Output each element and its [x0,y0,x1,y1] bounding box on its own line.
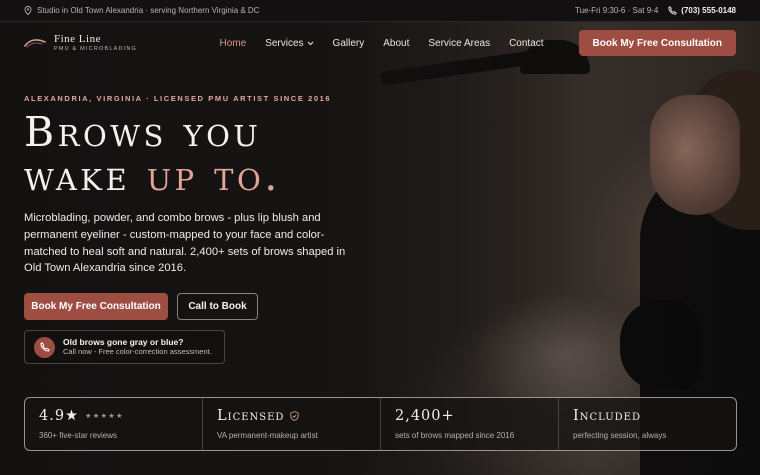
main-navigation: Fine Line PMU & MICROBLADING Home Servic… [0,22,760,64]
shield-check-icon [290,411,300,421]
stat-value: 4.9★ [39,408,80,424]
nav-item-service-areas[interactable]: Service Areas [419,38,500,49]
stat-brows-mapped: 2,400+ sets of brows mapped since 2016 [380,398,558,450]
nav-item-contact[interactable]: Contact [500,38,553,49]
stat-value: Included [573,408,641,424]
nav-item-about[interactable]: About [374,38,419,49]
call-to-book-button[interactable]: Call to Book [177,293,258,320]
trust-stats-bar: 4.9★ ★★★★★ 360+ five-star reviews Licens… [24,397,737,451]
nav-menu: Home Services Gallery About Service Area… [210,38,553,49]
hero-description: Microblading, powder, and combo brows - … [24,212,346,275]
business-hours: Tue-Fri 9:30-6 · Sat 9-4 [574,6,659,15]
phone-icon [34,336,55,358]
brand-name: Fine Line [54,32,101,45]
brand-tagline: PMU & MICROBLADING [54,45,138,52]
color-correction-callout[interactable]: Old brows gone gray or blue? Call now - … [24,330,225,364]
nav-item-services[interactable]: Services [256,38,323,49]
stat-label: sets of brows mapped since 2016 [395,431,515,440]
headline-line-2: wake [24,152,147,200]
stat-rating: 4.9★ ★★★★★ 360+ five-star reviews [25,398,202,450]
hero-eyebrow: ALEXANDRIA, VIRGINIA · LICENSED PMU ARTI… [24,94,332,103]
book-consultation-button[interactable]: Book My Free Consultation [24,293,168,320]
book-consultation-button-nav[interactable]: Book My Free Consultation [578,30,736,56]
brow-logo-icon [24,37,46,49]
nav-item-home[interactable]: Home [210,38,256,49]
hero-buttons: Book My Free Consultation Call to Book [24,293,258,320]
stat-value: 2,400+ [395,408,455,424]
location-text: Studio in Old Town Alexandria · serving … [37,6,260,15]
phone-number: (703) 555-0148 [681,6,736,15]
map-pin-icon [24,6,32,15]
stat-perfecting: Included perfecting session, always [558,398,736,450]
top-info-bar: Studio in Old Town Alexandria · serving … [0,0,760,22]
callout-subtitle: Call now - Free color-correction assessm… [63,346,212,356]
stat-value: Licensed [217,408,285,424]
stat-label: 360+ five-star reviews [39,431,118,440]
stat-label: VA permanent-makeup artist [217,431,318,440]
chevron-down-icon [307,38,314,49]
stat-licensed: Licensed VA permanent-makeup artist [202,398,380,450]
topbar-phone-link[interactable]: (703) 555-0148 [668,6,736,15]
headline-line-1: Brows you [24,108,262,156]
hero-headline: Brows you wake up to. [24,110,281,198]
stat-label: perfecting session, always [573,431,667,440]
location-info: Studio in Old Town Alexandria · serving … [24,6,259,15]
nav-item-services-label: Services [265,37,304,49]
phone-icon [668,6,678,15]
headline-accent: up to. [146,152,281,200]
star-rating-icons: ★★★★★ [85,413,124,420]
brand-logo[interactable]: Fine Line PMU & MICROBLADING [24,32,210,53]
nav-item-gallery[interactable]: Gallery [323,38,374,49]
